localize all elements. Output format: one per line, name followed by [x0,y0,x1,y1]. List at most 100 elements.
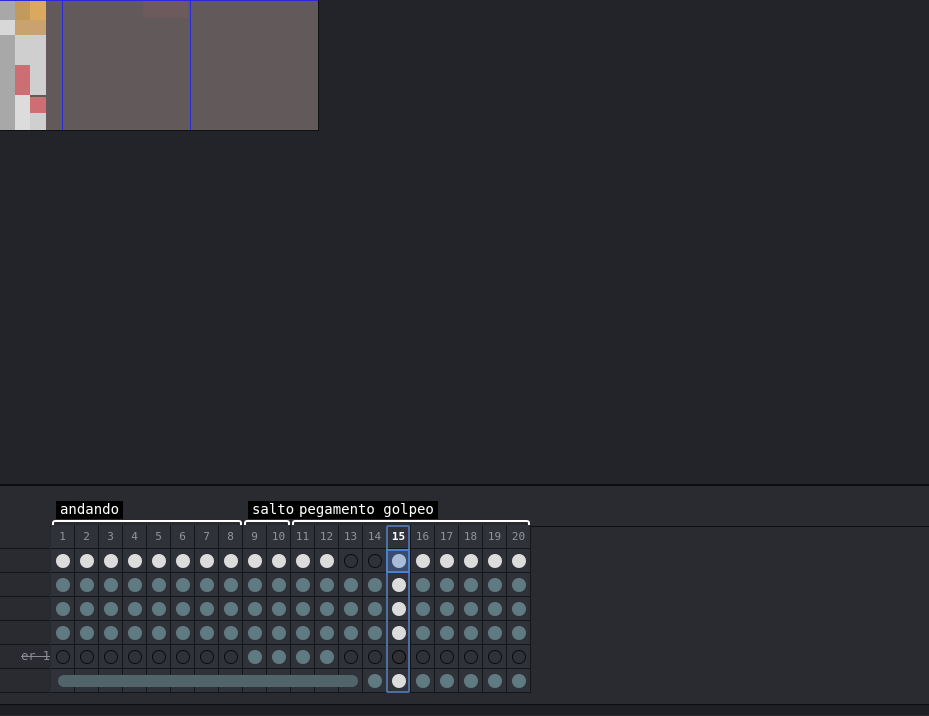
cel-slot[interactable] [51,621,75,645]
cel-slot[interactable] [291,597,315,621]
layer-name[interactable] [0,621,50,645]
cel-slot[interactable] [51,597,75,621]
cel-slot[interactable] [195,549,219,573]
cel-slot[interactable] [243,573,267,597]
cel-slot[interactable] [363,621,387,645]
cel-slot[interactable] [99,645,123,669]
cel-slot[interactable] [243,549,267,573]
cel-slot[interactable] [387,597,411,621]
cel-slot[interactable] [75,645,99,669]
cel-slot[interactable] [315,549,339,573]
cel-slot[interactable] [435,621,459,645]
cel-slot[interactable] [51,645,75,669]
cel-slot[interactable] [435,573,459,597]
frame-number[interactable]: 4 [123,525,147,549]
cel-slot[interactable] [147,573,171,597]
cel-slot[interactable] [507,645,531,669]
cel-slot[interactable] [387,669,411,693]
cel-slot[interactable] [291,549,315,573]
cel-slot[interactable] [243,645,267,669]
cel-slot[interactable] [507,549,531,573]
cel-slot[interactable] [75,621,99,645]
cel-slot[interactable] [99,597,123,621]
cel-slot[interactable] [195,645,219,669]
cel-slot[interactable] [147,645,171,669]
cel-slot[interactable] [483,573,507,597]
cel-slot[interactable] [459,645,483,669]
cel-slot[interactable] [507,573,531,597]
timeline-scrollbar[interactable] [58,675,358,687]
cel-slot[interactable] [459,573,483,597]
cel-slot[interactable] [411,669,435,693]
frame-number[interactable]: 13 [339,525,363,549]
cel-slot[interactable] [219,549,243,573]
frame-number[interactable]: 16 [411,525,435,549]
cel-slot[interactable] [267,645,291,669]
cel-slot[interactable] [99,549,123,573]
cel-slot[interactable] [75,573,99,597]
cel-slot[interactable] [483,669,507,693]
cel-slot[interactable] [123,549,147,573]
frame-number[interactable]: 1 [51,525,75,549]
frame-number[interactable]: 6 [171,525,195,549]
cel-slot[interactable] [243,621,267,645]
frame-number[interactable]: 17 [435,525,459,549]
cel-slot[interactable] [507,669,531,693]
frame-number[interactable]: 19 [483,525,507,549]
frame-number[interactable]: 8 [219,525,243,549]
cel-slot[interactable] [363,573,387,597]
frame-number[interactable]: 14 [363,525,387,549]
cel-slot[interactable] [507,621,531,645]
cel-slot[interactable] [339,549,363,573]
cel-slot[interactable] [243,597,267,621]
frame-number[interactable]: 15 [387,525,411,549]
cel-slot[interactable] [171,597,195,621]
cel-slot[interactable] [435,549,459,573]
cel-slot[interactable] [171,645,195,669]
cel-slot[interactable] [219,621,243,645]
cel-slot[interactable] [75,549,99,573]
frame-number[interactable]: 2 [75,525,99,549]
cel-slot[interactable] [459,621,483,645]
cel-slot[interactable] [387,645,411,669]
cel-slot[interactable] [219,597,243,621]
frame-number[interactable]: 12 [315,525,339,549]
cel-slot[interactable] [219,573,243,597]
cel-slot[interactable] [483,549,507,573]
frame-number[interactable]: 9 [243,525,267,549]
cel-slot[interactable] [315,645,339,669]
cel-slot[interactable] [315,573,339,597]
frame-number[interactable]: 18 [459,525,483,549]
cel-slot[interactable] [339,597,363,621]
cel-slot[interactable] [99,621,123,645]
layer-name[interactable] [0,597,50,621]
cel-slot[interactable] [315,621,339,645]
layer-name[interactable] [0,669,50,693]
cel-slot[interactable] [363,549,387,573]
cel-slot[interactable] [435,645,459,669]
cel-slot[interactable] [363,669,387,693]
cel-slot[interactable] [75,597,99,621]
cel-slot[interactable] [363,645,387,669]
frame-number[interactable]: 20 [507,525,531,549]
cel-slot[interactable] [51,549,75,573]
frame-number[interactable]: 11 [291,525,315,549]
sprite-canvas[interactable] [0,0,319,131]
cel-slot[interactable] [507,597,531,621]
cel-slot[interactable] [147,621,171,645]
cel-slot[interactable] [411,549,435,573]
cel-slot[interactable] [171,549,195,573]
cel-slot[interactable] [195,621,219,645]
cel-slot[interactable] [171,621,195,645]
cel-slot[interactable] [459,669,483,693]
cel-slot[interactable] [339,573,363,597]
cel-slot[interactable] [267,573,291,597]
frame-number[interactable]: 7 [195,525,219,549]
layer-name[interactable] [0,549,50,573]
cel-slot[interactable] [339,645,363,669]
cel-slot[interactable] [171,573,195,597]
cel-slot[interactable] [483,621,507,645]
cel-slot[interactable] [123,597,147,621]
cel-slot[interactable] [267,621,291,645]
cel-slot[interactable] [315,597,339,621]
